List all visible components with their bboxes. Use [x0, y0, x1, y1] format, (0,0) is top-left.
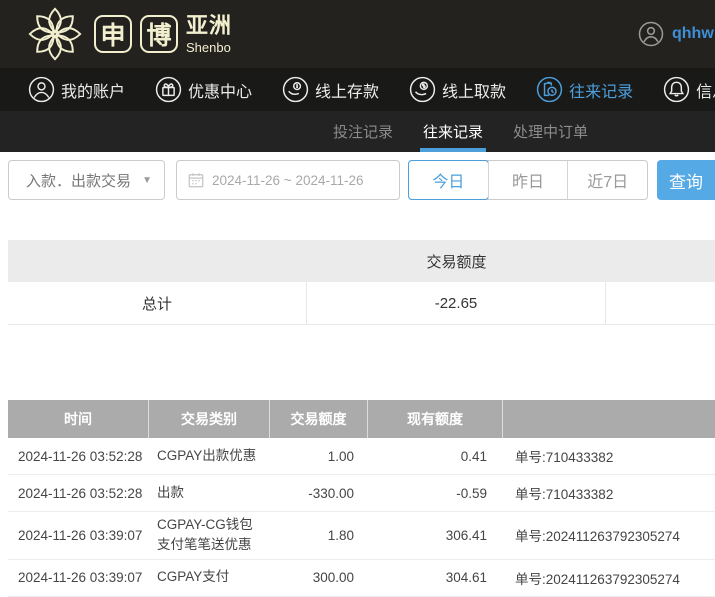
search-button[interactable]: 查询: [657, 160, 715, 200]
nav-item-my-account[interactable]: 我的账户: [28, 76, 125, 103]
top-header: 申 博 亚洲 Shenbo qhhw: [0, 0, 715, 68]
transaction-type-value: 入款．出款交易: [26, 172, 132, 190]
cell-memo: 单号:710433382: [515, 487, 614, 502]
cell-time: 2024-11-26 03:39:07: [18, 527, 143, 543]
nav-label: 优惠中心: [188, 83, 253, 101]
nav-item-withdraw[interactable]: 线上取款: [409, 76, 506, 103]
last7days-button[interactable]: 近7日: [567, 161, 647, 199]
cell-balance: 0.41: [460, 448, 487, 464]
col-header-memo: 摘要: [503, 400, 715, 438]
nav-label: 线上取款: [442, 83, 507, 101]
cell-time: 2024-11-26 03:39:07: [18, 570, 143, 585]
lotus-flower-icon: [28, 7, 82, 61]
summary-header-spacer: [8, 240, 307, 282]
cell-type: CGPAY-CG钱包支付笔笔送优惠: [157, 517, 253, 553]
tab-pending-orders[interactable]: 处理中订单: [513, 111, 588, 152]
nav-label: 往来记录: [569, 83, 634, 101]
yesterday-button[interactable]: 昨日: [487, 161, 568, 199]
cell-amount: 1.00: [327, 448, 354, 464]
brand-char-box: 申: [94, 15, 132, 53]
cell-memo: 单号:202411263792305274: [515, 529, 680, 545]
tab-bet-records[interactable]: 投注记录: [333, 111, 393, 152]
summary-header-label: 交易额度: [426, 253, 487, 271]
cell-type: CGPAY支付: [157, 569, 230, 585]
summary-header-row: 交易额度: [8, 240, 715, 282]
deposit-hand-coin-icon: [282, 76, 309, 103]
cell-amount: -330.00: [308, 485, 354, 501]
cell-type: CGPAY出款优惠: [157, 447, 257, 463]
date-range-value: 2024-11-26 ~ 2024-11-26: [212, 172, 364, 188]
sub-nav: 投注记录 往来记录 处理中订单: [0, 111, 715, 152]
col-header-time: 时间: [8, 400, 149, 438]
table-row: 2024-11-26 03:52:28 出款 -330.00 -0.59 单号:…: [8, 475, 715, 512]
transactions-table: 时间 交易类别 交易额度 现有额度 摘要 2024-11-26 03:52:28…: [8, 400, 715, 597]
transaction-type-select[interactable]: 入款．出款交易 ▼: [8, 160, 165, 200]
cell-balance: 306.41: [445, 527, 487, 543]
today-label: 今日: [432, 174, 465, 191]
tab-transaction-records[interactable]: 往来记录: [420, 111, 487, 152]
nav-label: 我的账户: [61, 83, 126, 101]
summary-total-value: -22.65: [307, 282, 606, 324]
nav-item-messages[interactable]: 信息: [663, 76, 715, 103]
search-button-label: 查询: [669, 172, 703, 192]
brand-char-box: 博: [140, 15, 178, 53]
summary-total-row: 总计 -22.65: [8, 282, 715, 325]
user-circle-icon: [28, 76, 55, 103]
table-header-row: 时间 交易类别 交易额度 现有额度 摘要: [8, 400, 715, 438]
nav-item-transactions[interactable]: 往来记录: [536, 76, 633, 103]
cell-type: 出款: [157, 484, 184, 500]
main-nav: 我的账户 优惠中心 线上存款 线上取款 往来记录 信: [0, 68, 715, 111]
cell-amount: 1.80: [327, 527, 354, 543]
brand-region: 亚洲: [186, 12, 233, 38]
user-account[interactable]: qhhw: [638, 21, 714, 47]
summary-empty-cell: [606, 282, 715, 324]
calendar-icon: [188, 173, 204, 188]
tab-label: 往来记录: [423, 124, 484, 141]
clipboard-clock-icon: [536, 76, 563, 103]
cell-memo: 单号:710433382: [515, 450, 614, 465]
table-row: 2024-11-26 03:39:07 CGPAY-CG钱包支付笔笔送优惠 1.…: [8, 512, 715, 560]
bell-icon: [663, 76, 690, 103]
quick-range-group: 今日 昨日 近7日: [408, 160, 648, 200]
tab-label: 投注记录: [333, 124, 394, 141]
withdraw-hand-coin-icon: [409, 76, 436, 103]
gift-icon: [155, 76, 182, 103]
table-row: 2024-11-26 03:39:07 CGPAY支付 300.00 304.6…: [8, 559, 715, 597]
nav-item-deposit[interactable]: 线上存款: [282, 76, 379, 103]
cell-time: 2024-11-26 03:52:28: [18, 448, 143, 464]
table-row: 2024-11-26 03:52:28 CGPAY出款优惠 1.00 0.41 …: [8, 438, 715, 475]
summary-table: 交易额度 总计 -22.65: [8, 240, 715, 325]
brand-logo[interactable]: 申 博 亚洲 Shenbo: [24, 3, 232, 65]
col-header-type: 交易类别: [149, 400, 270, 438]
summary-total-label: 总计: [8, 282, 307, 324]
col-header-balance: 现有额度: [368, 400, 503, 438]
nav-label: 信息: [696, 83, 715, 101]
cell-balance: 304.61: [445, 570, 487, 585]
summary-header-spacer: [606, 240, 715, 282]
cell-amount: 300.00: [312, 570, 354, 585]
user-circle-icon: [638, 21, 664, 47]
cell-time: 2024-11-26 03:52:28: [18, 485, 143, 501]
col-header-amount: 交易额度: [270, 400, 368, 438]
yesterday-label: 昨日: [512, 174, 545, 191]
nav-label: 线上存款: [315, 83, 380, 101]
cell-memo: 单号:202411263792305274: [515, 571, 680, 587]
user-name: qhhw: [672, 25, 714, 42]
today-button[interactable]: 今日: [408, 160, 489, 200]
date-range-picker[interactable]: 2024-11-26 ~ 2024-11-26: [176, 160, 400, 200]
last7days-label: 近7日: [587, 174, 629, 191]
brand-latin: Shenbo: [186, 39, 231, 55]
tab-label: 处理中订单: [513, 124, 589, 141]
nav-item-promotions[interactable]: 优惠中心: [155, 76, 252, 103]
chevron-down-icon: ▼: [142, 174, 152, 186]
cell-balance: -0.59: [456, 485, 487, 501]
